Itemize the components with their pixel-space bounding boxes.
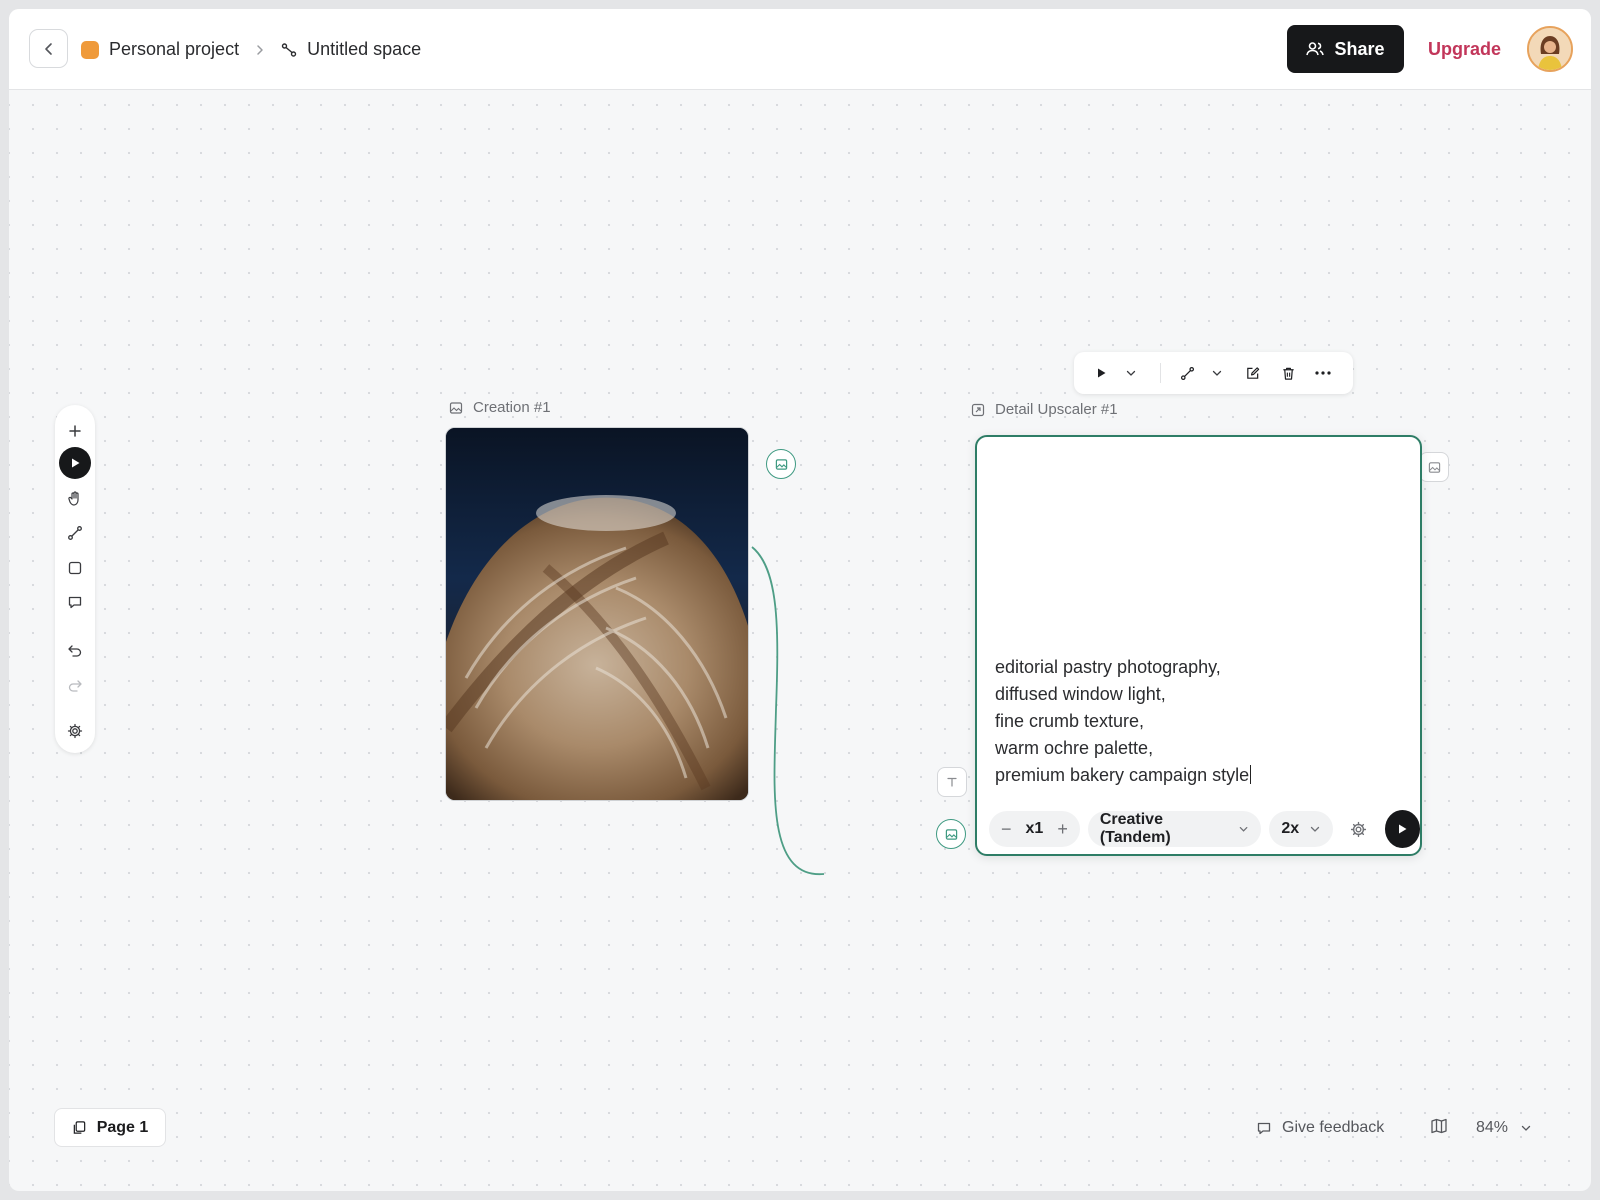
more-button[interactable] (1308, 352, 1338, 394)
text-input-port[interactable] (937, 767, 967, 797)
upscaler-node-header[interactable]: Detail Upscaler #1 (971, 401, 1118, 418)
increment-button[interactable]: + (1057, 819, 1068, 840)
chevron-down-icon (1311, 826, 1320, 832)
bread-image (446, 428, 748, 800)
comment-icon (1257, 1122, 1271, 1134)
upscaler-node-label: Detail Upscaler #1 (995, 401, 1118, 418)
decrement-button[interactable]: − (1001, 819, 1012, 840)
edit-button[interactable] (1238, 352, 1266, 394)
chevron-down-icon (1126, 370, 1136, 376)
toolbar-divider (1160, 363, 1161, 383)
node-settings-button[interactable] (1341, 811, 1376, 847)
zoom-control[interactable]: 84% (1476, 1108, 1532, 1147)
generate-button[interactable] (1384, 810, 1420, 848)
count-stepper: − x1 + (989, 811, 1080, 847)
upscaler-node[interactable]: editorial pastry photography, diffused w… (975, 435, 1422, 856)
prompt-text: editorial pastry photography, diffused w… (995, 657, 1250, 785)
connect-button[interactable] (1174, 352, 1200, 394)
image-icon (449, 401, 463, 414)
node-toolbar (1074, 352, 1353, 394)
chevron-down-icon (1239, 827, 1248, 832)
page-selector[interactable]: Page 1 (54, 1108, 166, 1147)
zoom-value: 84% (1476, 1118, 1509, 1136)
give-feedback-button[interactable]: Give feedback (1256, 1108, 1384, 1147)
minimap-toggle[interactable] (1430, 1117, 1448, 1140)
map-icon (1431, 1118, 1447, 1134)
creation-output-port[interactable] (766, 449, 796, 479)
chevron-down-icon (1212, 370, 1222, 376)
text-icon (947, 777, 957, 787)
count-value: x1 (1025, 820, 1044, 837)
text-caret (1250, 765, 1252, 784)
model-select[interactable]: Creative (Tandem) (1087, 811, 1262, 847)
upscaler-controls: − x1 + Creative (Tandem) 2x (989, 810, 1420, 848)
scale-value: 2x (1281, 820, 1300, 837)
upscaler-output-port[interactable] (1419, 452, 1449, 482)
run-node-button[interactable] (1088, 352, 1114, 394)
trash-icon (1282, 367, 1294, 380)
creation-node-header[interactable]: Creation #1 (449, 399, 551, 416)
page-label: Page 1 (96, 1118, 149, 1136)
edit-icon (1246, 366, 1259, 379)
upscale-icon (971, 403, 985, 416)
image-icon (775, 458, 787, 470)
connector-icon (1180, 366, 1194, 380)
delete-button[interactable] (1274, 352, 1302, 394)
pages-icon (73, 1121, 85, 1134)
scale-select[interactable]: 2x (1269, 811, 1334, 847)
run-options-dropdown[interactable] (1120, 352, 1142, 394)
chevron-down-icon (1521, 1125, 1531, 1131)
creation-node-label: Creation #1 (473, 399, 551, 416)
creation-image[interactable] (445, 427, 749, 801)
play-icon (1399, 824, 1407, 834)
connect-options-dropdown[interactable] (1206, 352, 1228, 394)
more-icon (1315, 371, 1331, 375)
feedback-label: Give feedback (1282, 1118, 1385, 1136)
image-input-port[interactable] (936, 819, 966, 849)
canvas-frame[interactable]: Personal project Untitled space Share Up… (9, 9, 1591, 1191)
image-icon (945, 828, 957, 840)
prompt-textarea[interactable]: editorial pastry photography, diffused w… (995, 654, 1252, 789)
image-icon (1428, 461, 1440, 473)
settings-icon (1351, 821, 1367, 837)
model-value: Creative (Tandem) (1099, 811, 1171, 846)
play-icon (1098, 368, 1106, 378)
